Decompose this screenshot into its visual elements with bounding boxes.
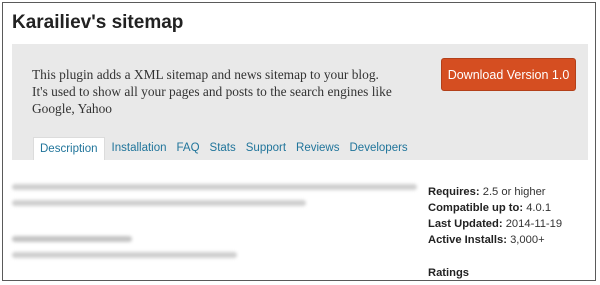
meta-last-updated: Last Updated: 2014-11-19 — [428, 216, 562, 232]
plugin-meta: Requires: 2.5 or higher Compatible up to… — [428, 184, 562, 248]
meta-compatible-label: Compatible up to: — [428, 202, 524, 214]
tab-support[interactable]: Support — [241, 137, 291, 160]
tab-reviews[interactable]: Reviews — [291, 137, 344, 160]
download-button[interactable]: Download Version 1.0 — [441, 58, 576, 91]
meta-compatible-value: 4.0.1 — [526, 202, 552, 214]
blurred-description-content — [12, 173, 417, 273]
meta-requires-label: Requires: — [428, 186, 480, 198]
meta-requires-value: 2.5 or higher — [482, 186, 546, 198]
blurred-text-line — [12, 184, 417, 190]
tab-description[interactable]: Description — [33, 137, 105, 160]
meta-requires: Requires: 2.5 or higher — [428, 184, 562, 200]
plugin-page-frame: Karailiev's sitemap This plugin adds a X… — [2, 2, 596, 281]
blurred-text-line — [12, 236, 132, 242]
meta-last-updated-value: 2014-11-19 — [505, 218, 563, 230]
tab-faq[interactable]: FAQ — [172, 137, 205, 160]
meta-last-updated-label: Last Updated: — [428, 218, 503, 230]
ratings-heading: Ratings — [428, 267, 470, 279]
tab-stats[interactable]: Stats — [205, 137, 241, 160]
plugin-banner: This plugin adds a XML sitemap and news … — [12, 44, 588, 160]
meta-compatible: Compatible up to: 4.0.1 — [428, 200, 562, 216]
plugin-description: This plugin adds a XML sitemap and news … — [32, 67, 392, 116]
blurred-text-line — [12, 200, 306, 206]
meta-active-installs-label: Active Installs: — [428, 234, 507, 246]
tab-developers[interactable]: Developers — [345, 137, 413, 160]
tab-bar: Description Installation FAQ Stats Suppo… — [33, 137, 413, 160]
meta-active-installs: Active Installs: 3,000+ — [428, 232, 562, 248]
meta-active-installs-value: 3,000+ — [510, 234, 545, 246]
tab-installation[interactable]: Installation — [107, 137, 172, 160]
blurred-text-line — [12, 252, 237, 258]
page-title: Karailiev's sitemap — [12, 12, 184, 33]
